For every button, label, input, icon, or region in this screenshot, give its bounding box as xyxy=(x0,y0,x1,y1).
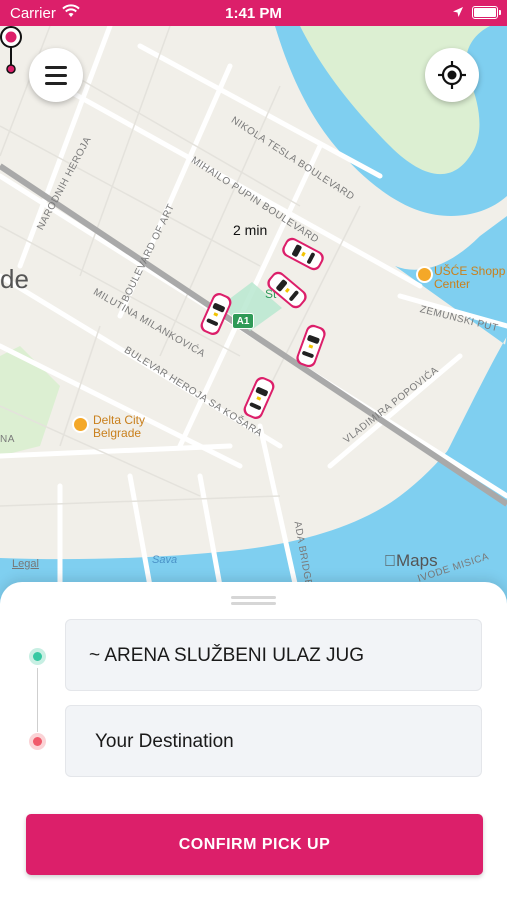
route-connector xyxy=(37,668,38,732)
booking-sheet: ~ ARENA SLUŽBENI ULAZ JUG Your Destinati… xyxy=(0,582,507,900)
street-label: NA xyxy=(0,434,15,445)
map-view[interactable]: de NIKOLA TESLA BOULEVARD MIHAILO PUPIN … xyxy=(0,26,507,606)
apple-logo-icon:  xyxy=(384,553,396,570)
poi-label: UŠĆE Shopp Center xyxy=(434,264,506,291)
hamburger-icon-line xyxy=(45,82,67,85)
legal-link[interactable]: Legal xyxy=(12,558,39,570)
battery-icon xyxy=(472,6,501,19)
pickup-pin-icon xyxy=(0,26,22,74)
highway-badge: A1 xyxy=(232,313,254,329)
drag-handle[interactable] xyxy=(231,602,276,605)
confirm-pickup-button[interactable]: CONFIRM PICK UP xyxy=(26,814,483,875)
maps-logo: Maps xyxy=(384,551,438,570)
eta-label: 2 min xyxy=(233,222,268,238)
location-arrow-icon xyxy=(453,7,463,17)
shopping-poi-icon xyxy=(72,416,89,433)
water-label: Sava xyxy=(152,554,178,566)
pickup-dot-icon xyxy=(29,648,46,665)
clock: 1:41 PM xyxy=(225,5,282,22)
crosshair-icon xyxy=(438,61,466,89)
shopping-poi-icon xyxy=(416,266,433,283)
pickup-field[interactable]: ~ ARENA SLUŽBENI ULAZ JUG xyxy=(65,619,482,691)
drag-handle[interactable] xyxy=(231,596,276,599)
destination-field[interactable]: Your Destination xyxy=(65,705,482,777)
hamburger-icon xyxy=(45,66,67,69)
city-label: de xyxy=(0,264,29,294)
menu-button[interactable] xyxy=(29,48,83,102)
hamburger-icon-line xyxy=(45,74,67,77)
destination-dot-icon xyxy=(29,733,46,750)
current-location-button[interactable] xyxy=(425,48,479,102)
status-bar: Carrier 1:41 PM xyxy=(0,0,507,26)
poi-label: Delta City Belgrade xyxy=(93,413,146,440)
